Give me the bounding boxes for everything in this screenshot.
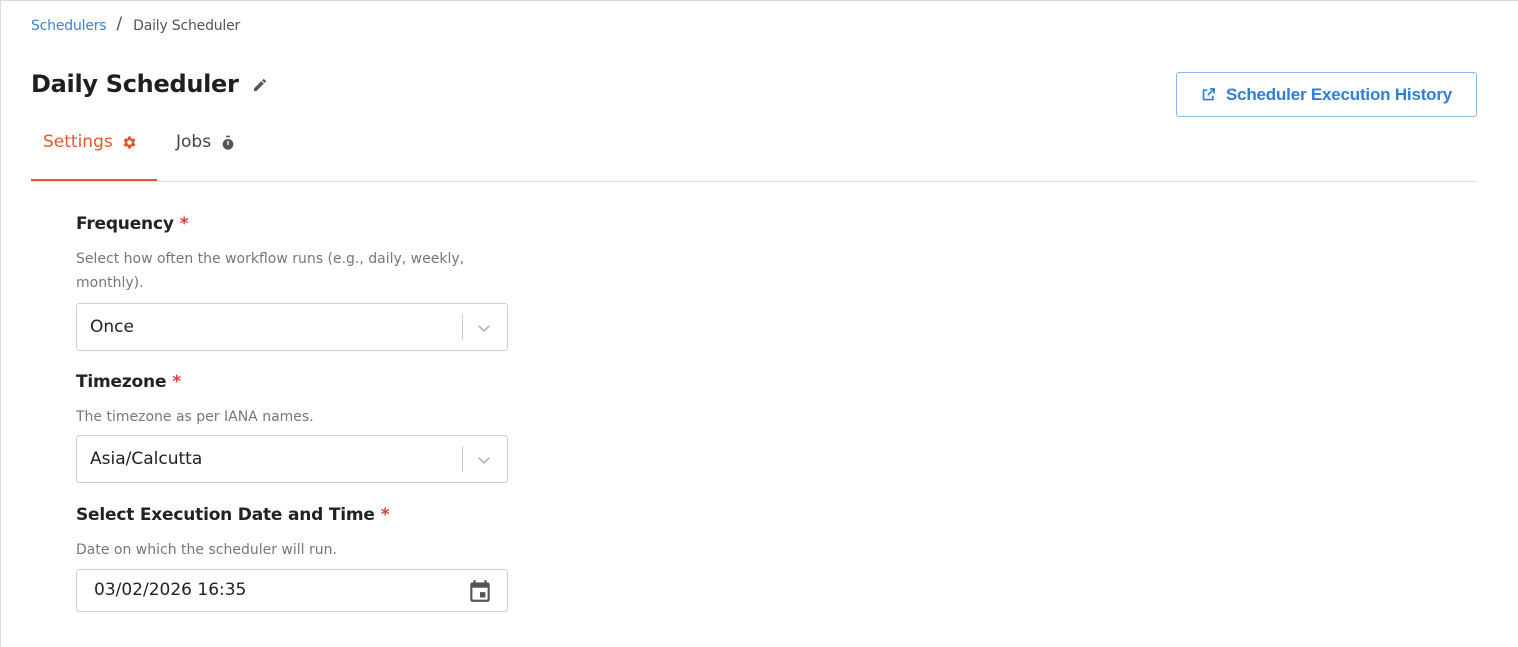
chevron-down-icon[interactable] xyxy=(475,451,493,469)
timezone-label: Timezone * xyxy=(76,372,181,392)
frequency-help: Select how often the workflow runs (e.g.… xyxy=(76,251,465,291)
timezone-select[interactable]: Asia/Calcutta xyxy=(76,435,508,483)
frequency-label: Frequency * xyxy=(76,214,189,234)
required-marker: * xyxy=(380,505,390,525)
tab-jobs-label: Jobs xyxy=(176,132,212,152)
execution-datetime-value: 03/02/2026 16:35 xyxy=(94,580,247,600)
breadcrumb-separator: / xyxy=(116,14,123,34)
select-divider xyxy=(462,314,463,340)
page-frame: Schedulers / Daily Scheduler Daily Sched… xyxy=(0,0,1518,647)
calendar-icon[interactable] xyxy=(467,578,493,604)
gear-icon xyxy=(122,135,137,150)
page-title: Daily Scheduler xyxy=(31,70,239,98)
tab-bar-divider xyxy=(31,181,1477,182)
breadcrumb-current: Daily Scheduler xyxy=(133,18,241,34)
execution-datetime-help: Date on which the scheduler will run. xyxy=(76,542,337,558)
external-link-icon xyxy=(1201,87,1216,102)
execution-datetime-input[interactable]: 03/02/2026 16:35 xyxy=(76,569,508,612)
chevron-down-icon[interactable] xyxy=(475,319,493,337)
breadcrumb-schedulers-link[interactable]: Schedulers xyxy=(31,18,107,34)
stopwatch-icon xyxy=(220,135,236,151)
scheduler-execution-history-button[interactable]: Scheduler Execution History xyxy=(1176,72,1477,117)
timezone-label-text: Timezone xyxy=(76,372,167,392)
breadcrumb: Schedulers / Daily Scheduler xyxy=(31,14,241,36)
tab-settings-label: Settings xyxy=(43,132,113,152)
select-divider xyxy=(462,446,463,472)
required-marker: * xyxy=(172,372,181,392)
execution-datetime-label: Select Execution Date and Time * xyxy=(76,505,390,525)
timezone-value: Asia/Calcutta xyxy=(90,449,203,469)
tab-jobs[interactable]: Jobs xyxy=(176,125,236,182)
page-title-row: Daily Scheduler xyxy=(31,70,268,98)
timezone-help: The timezone as per IANA names. xyxy=(76,409,314,425)
required-marker: * xyxy=(179,214,189,234)
frequency-select[interactable]: Once xyxy=(76,303,508,351)
execution-label-text: Select Execution Date and Time xyxy=(76,505,375,525)
history-button-label: Scheduler Execution History xyxy=(1225,84,1453,104)
tab-settings[interactable]: Settings xyxy=(31,125,157,182)
pencil-icon[interactable] xyxy=(252,77,268,93)
tab-bar: Settings Jobs xyxy=(31,125,1477,182)
frequency-label-text: Frequency xyxy=(76,214,174,234)
frequency-value: Once xyxy=(90,317,134,337)
